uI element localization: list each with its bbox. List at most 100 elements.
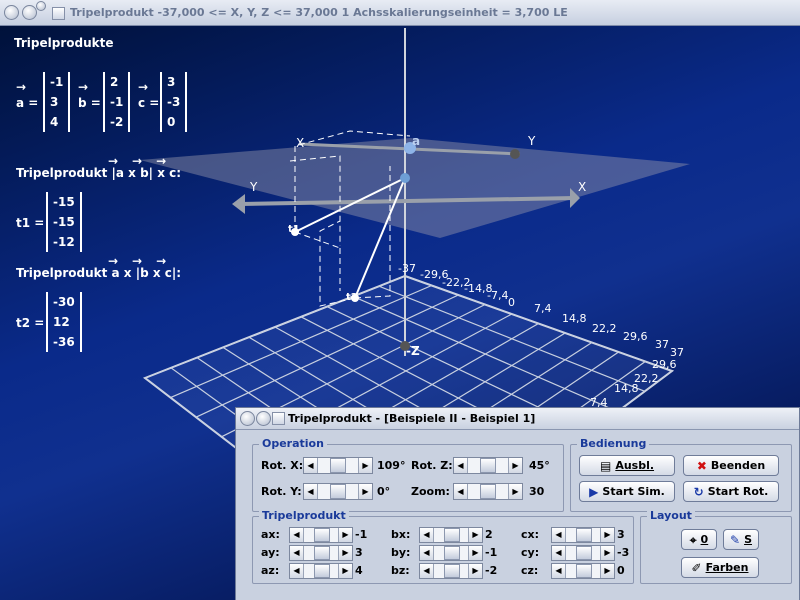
rot-y-thumb[interactable] xyxy=(330,484,346,499)
component-label: by: xyxy=(391,546,411,559)
component-slider[interactable]: ◀ ▶ xyxy=(289,563,353,579)
left-arrow-icon[interactable]: ◀ xyxy=(420,564,434,578)
right-arrow-icon[interactable]: ▶ xyxy=(468,546,482,560)
slider-thumb[interactable] xyxy=(314,546,330,560)
component-label: az: xyxy=(261,564,280,577)
x-axis-label-neg: X xyxy=(296,136,305,150)
component-slider[interactable]: ◀ ▶ xyxy=(551,545,615,561)
left-arrow-icon[interactable]: ◀ xyxy=(290,528,304,542)
dialog-icon xyxy=(272,412,285,425)
x-tick-label: 29,6 xyxy=(623,330,648,343)
start-rot-button[interactable]: ↻ Start Rot. xyxy=(683,481,779,502)
zoom-left-arrow-icon[interactable]: ◀ xyxy=(454,484,468,499)
rot-y-right-arrow-icon[interactable]: ▶ xyxy=(358,484,372,499)
component-slider[interactable]: ◀ ▶ xyxy=(551,527,615,543)
operation-group-title: Operation xyxy=(259,437,327,450)
slider-thumb[interactable] xyxy=(314,528,330,542)
window-menu-button[interactable] xyxy=(4,5,19,20)
rot-x-thumb[interactable] xyxy=(330,458,346,473)
tripelprodukt-group-title: Tripelprodukt xyxy=(259,509,349,522)
component-value: -2 xyxy=(485,564,498,577)
y-axis-label: Y xyxy=(528,134,536,148)
bedienung-group-title: Bedienung xyxy=(577,437,650,450)
component-slider[interactable]: ◀ ▶ xyxy=(419,545,483,561)
rot-z-thumb[interactable] xyxy=(480,458,496,473)
minimize-button[interactable] xyxy=(22,5,37,20)
vector-b-matrix: 2 -1 -2 xyxy=(103,72,131,132)
right-arrow-icon[interactable]: ▶ xyxy=(600,528,614,542)
x-axis-label: X xyxy=(578,180,587,194)
right-arrow-icon[interactable]: ▶ xyxy=(338,528,352,542)
rot-z-slider[interactable]: ◀ ▶ xyxy=(453,457,523,474)
component-value: 0 xyxy=(617,564,625,577)
component-label: bx: xyxy=(391,528,411,541)
left-arrow-icon[interactable]: ◀ xyxy=(552,564,566,578)
play-icon: ▶ xyxy=(589,484,599,499)
slider-thumb[interactable] xyxy=(444,564,460,578)
t2-heading: Tripelprodukt a x |b x c|: xyxy=(16,266,182,280)
arrow-b: → xyxy=(78,80,89,94)
rot-z-label: Rot. Z: xyxy=(411,459,453,472)
component-slider[interactable]: ◀ ▶ xyxy=(419,563,483,579)
rot-z-value: 45° xyxy=(529,459,550,472)
rot-x-left-arrow-icon[interactable]: ◀ xyxy=(304,458,318,473)
left-arrow-icon[interactable]: ◀ xyxy=(420,546,434,560)
component-slider[interactable]: ◀ ▶ xyxy=(289,545,353,561)
left-arrow-icon[interactable]: ◀ xyxy=(290,546,304,560)
slider-thumb[interactable] xyxy=(444,528,460,542)
t1-matrix: -15 -15 -12 xyxy=(46,192,82,252)
start-sim-button[interactable]: ▶ Start Sim. xyxy=(579,481,675,502)
operation-group: Operation Rot. X: ◀ ▶ 109° Rot. Z: ◀ ▶ 4… xyxy=(252,437,564,512)
rot-x-label: Rot. X: xyxy=(261,459,304,472)
slider-thumb[interactable] xyxy=(444,546,460,560)
rot-y-left-arrow-icon[interactable]: ◀ xyxy=(304,484,318,499)
slider-thumb[interactable] xyxy=(576,546,592,560)
left-arrow-icon[interactable]: ◀ xyxy=(290,564,304,578)
ausbl-button[interactable]: ▤ Ausbl. xyxy=(579,455,675,476)
slider-thumb[interactable] xyxy=(314,564,330,578)
beenden-button[interactable]: ✖ Beenden xyxy=(683,455,779,476)
right-arrow-icon[interactable]: ▶ xyxy=(338,564,352,578)
left-arrow-icon[interactable]: ◀ xyxy=(552,528,566,542)
component-slider[interactable]: ◀ ▶ xyxy=(289,527,353,543)
dialog-minimize-button[interactable] xyxy=(256,411,271,426)
y-tick-label: 14,8 xyxy=(614,382,639,395)
zoom-right-arrow-icon[interactable]: ▶ xyxy=(508,484,522,499)
component-label: cy: xyxy=(521,546,540,559)
rot-y-slider[interactable]: ◀ ▶ xyxy=(303,483,373,500)
component-slider[interactable]: ◀ ▶ xyxy=(551,563,615,579)
component-value: -3 xyxy=(617,546,630,559)
rot-x-slider[interactable]: ◀ ▶ xyxy=(303,457,373,474)
component-slider[interactable]: ◀ ▶ xyxy=(419,527,483,543)
rot-x-right-arrow-icon[interactable]: ▶ xyxy=(358,458,372,473)
dialog-menu-button[interactable] xyxy=(240,411,255,426)
vector-c-matrix: 3 -3 0 xyxy=(160,72,188,132)
rot-x-value: 109° xyxy=(377,459,406,472)
right-arrow-icon[interactable]: ▶ xyxy=(338,546,352,560)
zoom-slider[interactable]: ◀ ▶ xyxy=(453,483,523,500)
farben-button[interactable]: ✐ Farben xyxy=(681,557,759,578)
right-arrow-icon[interactable]: ▶ xyxy=(468,528,482,542)
origin-zero-button[interactable]: ⌖ 0 xyxy=(681,529,717,550)
point-t1-label: t1 xyxy=(288,224,300,235)
rot-z-right-arrow-icon[interactable]: ▶ xyxy=(508,458,522,473)
s-button[interactable]: ✎ S xyxy=(723,529,759,550)
layout-group-title: Layout xyxy=(647,509,695,522)
left-arrow-icon[interactable]: ◀ xyxy=(552,546,566,560)
rot-z-left-arrow-icon[interactable]: ◀ xyxy=(454,458,468,473)
t1-name: t1 = xyxy=(16,216,45,230)
x-tick-label: 37 xyxy=(655,338,669,351)
right-arrow-icon[interactable]: ▶ xyxy=(600,564,614,578)
zoom-thumb[interactable] xyxy=(480,484,496,499)
slider-thumb[interactable] xyxy=(576,528,592,542)
component-value: -1 xyxy=(485,546,498,559)
dialog-title-bar: Tripelprodukt - [Beispiele II - Beispiel… xyxy=(236,408,799,430)
restore-button[interactable] xyxy=(36,1,46,11)
component-label: ay: xyxy=(261,546,280,559)
right-arrow-icon[interactable]: ▶ xyxy=(468,564,482,578)
rot-y-value: 0° xyxy=(377,485,391,498)
left-arrow-icon[interactable]: ◀ xyxy=(420,528,434,542)
zoom-label: Zoom: xyxy=(411,485,450,498)
right-arrow-icon[interactable]: ▶ xyxy=(600,546,614,560)
slider-thumb[interactable] xyxy=(576,564,592,578)
